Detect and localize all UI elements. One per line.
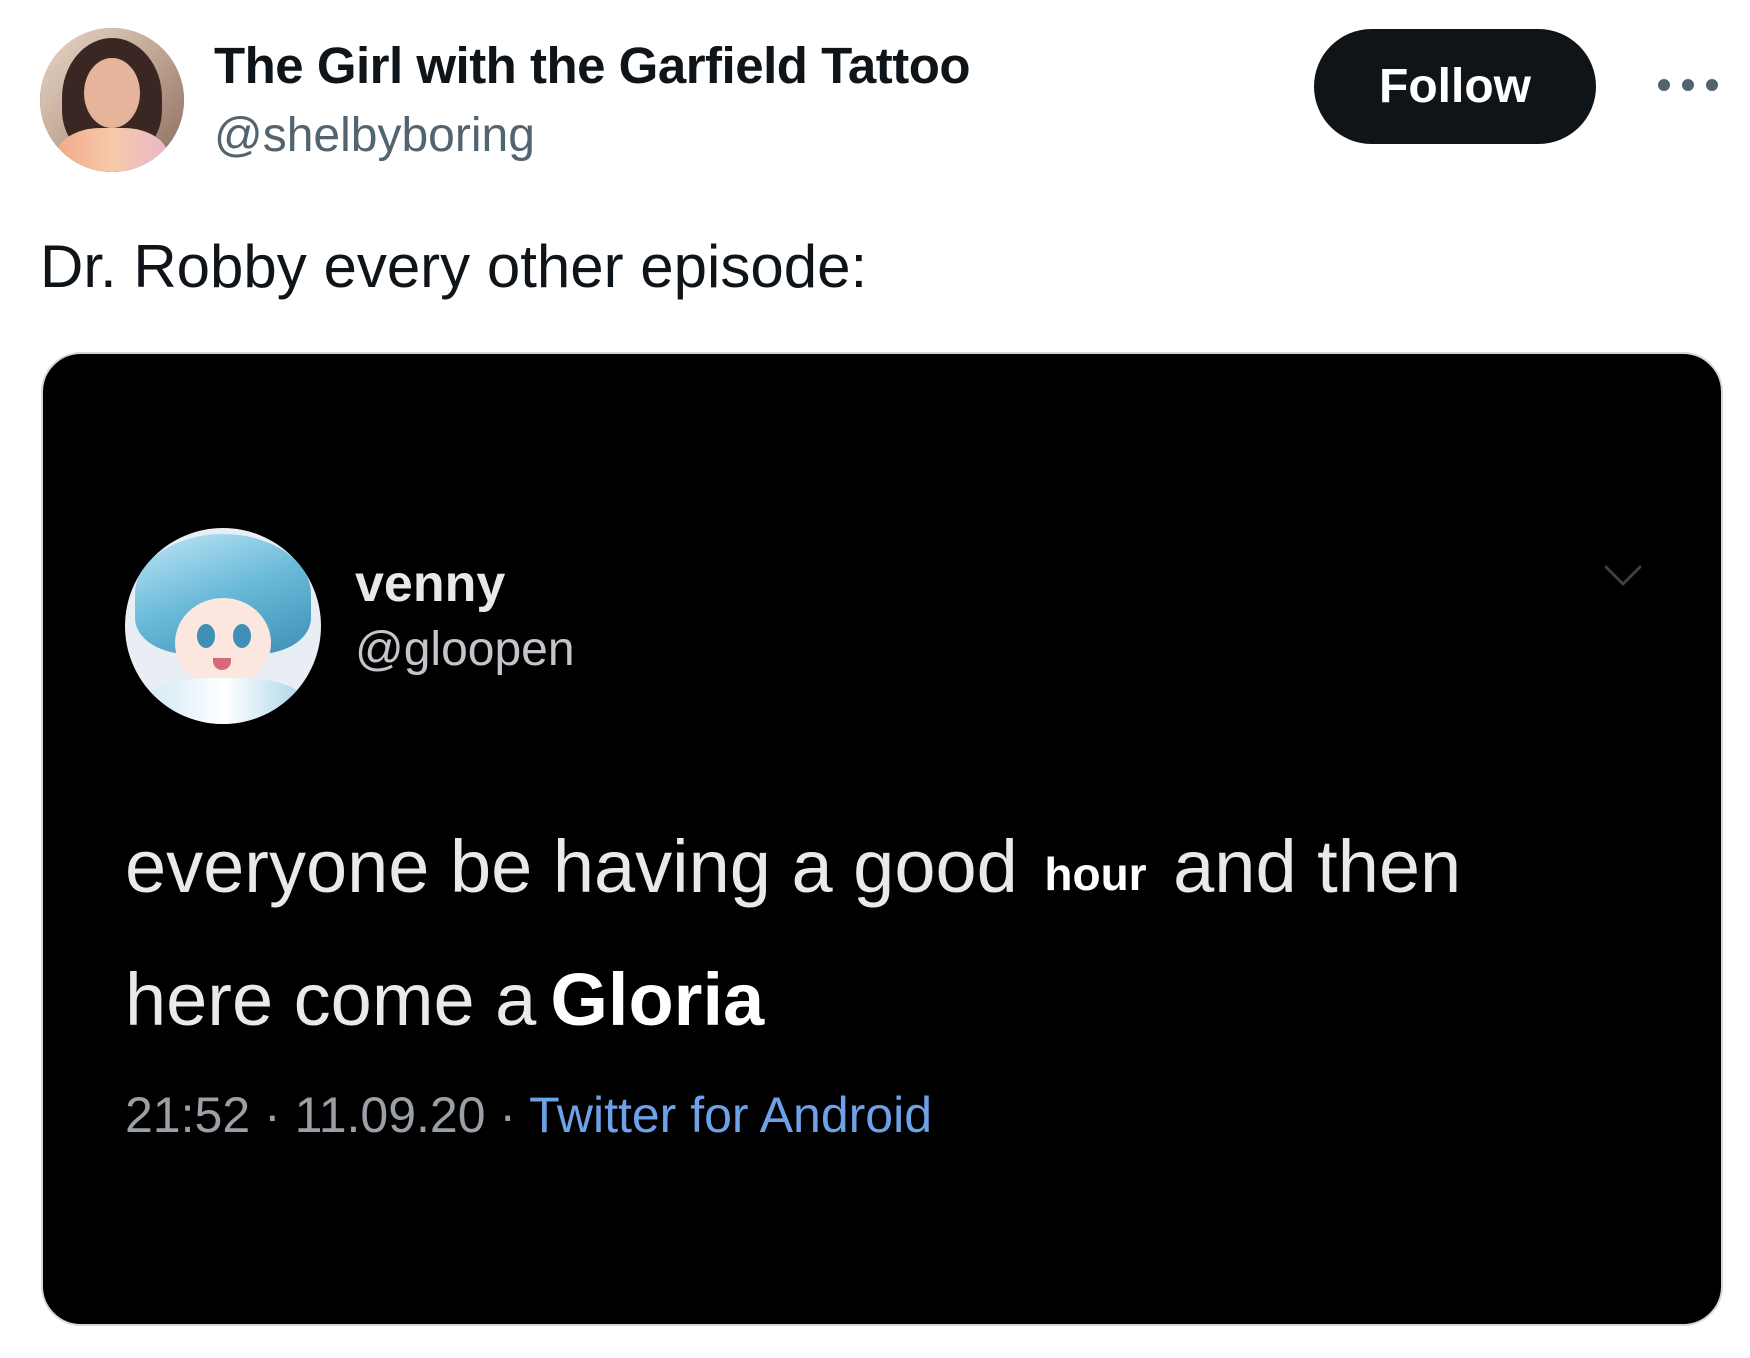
chevron-down-icon — [1604, 565, 1642, 586]
more-horizontal-icon[interactable] — [1658, 70, 1718, 100]
embedded-text-hour: hour — [1044, 848, 1147, 900]
author-avatar[interactable] — [40, 28, 184, 172]
more-dot — [1706, 79, 1718, 91]
more-dot — [1682, 79, 1694, 91]
meta-separator: · — [264, 1087, 281, 1143]
embedded-author-handle: @gloopen — [355, 623, 575, 676]
embedded-text-segment: here come a — [125, 958, 537, 1041]
embedded-date: 11.09.20 — [294, 1087, 486, 1143]
embedded-tweet-meta: 21:52 · 11.09.20 · Twitter for Android — [125, 1086, 932, 1144]
author-display-name[interactable]: The Girl with the Garfield Tattoo — [214, 36, 971, 95]
follow-button[interactable]: Follow — [1314, 29, 1596, 144]
meta-separator: · — [499, 1087, 517, 1143]
more-dot — [1658, 79, 1670, 91]
embedded-text-line-1: everyone be having a good hour and then — [125, 804, 1645, 937]
author-handle[interactable]: @shelbyboring — [214, 108, 535, 163]
embedded-text-segment: and then — [1173, 825, 1462, 908]
tweet-media-image[interactable]: venny @gloopen everyone be having a good… — [41, 352, 1723, 1326]
tweet-text: Dr. Robby every other episode: — [40, 233, 868, 300]
embedded-author-avatar — [125, 528, 321, 724]
embedded-time: 21:52 — [125, 1087, 251, 1143]
embedded-text-gloria: Gloria — [550, 958, 765, 1041]
embedded-tweet-text: everyone be having a good hour and then … — [125, 804, 1645, 1063]
embedded-author-name: venny — [355, 555, 506, 613]
embedded-source: Twitter for Android — [529, 1087, 933, 1143]
embedded-text-line-2: here come a Gloria — [125, 937, 1645, 1063]
embedded-text-segment: everyone be having a good — [125, 825, 1018, 908]
